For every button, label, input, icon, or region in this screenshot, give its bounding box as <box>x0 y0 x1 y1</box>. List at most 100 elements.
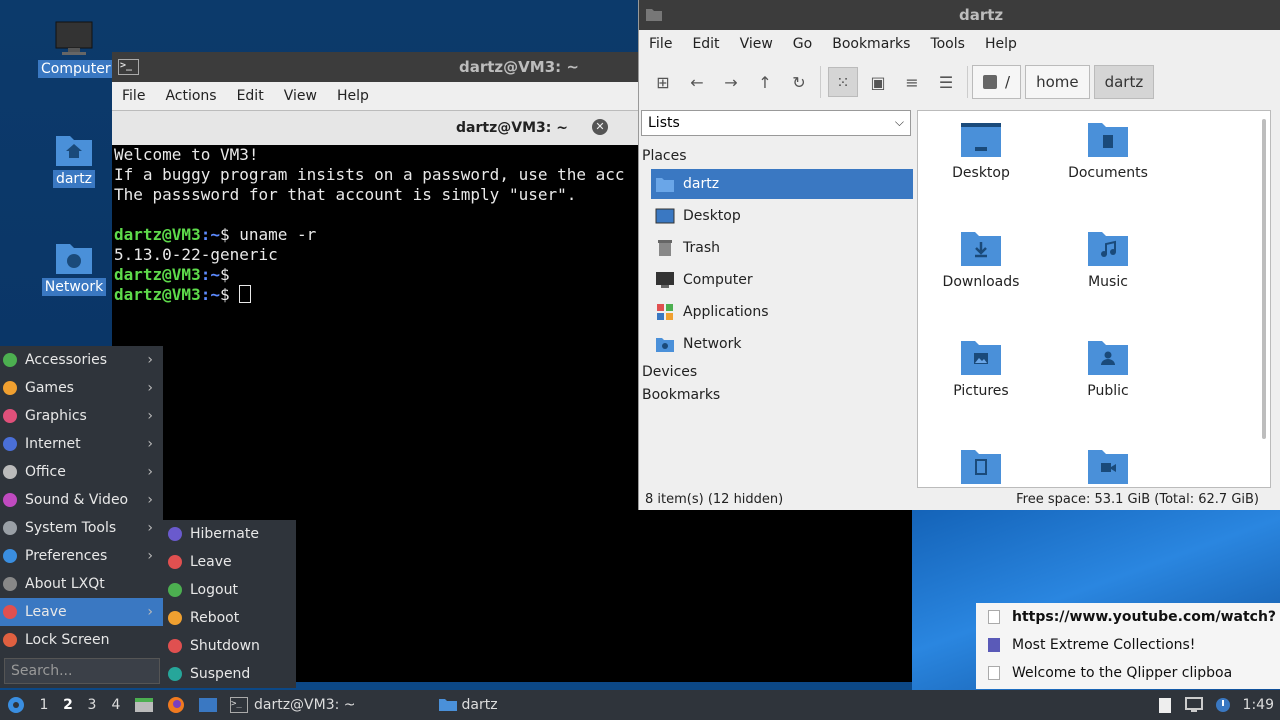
menu-item-about-lxqt[interactable]: About LXQt <box>0 570 163 598</box>
desktop-icon-network[interactable]: Network <box>38 236 110 296</box>
submenu-item-shutdown[interactable]: Shutdown <box>163 632 296 660</box>
folder-item-videos[interactable] <box>1053 438 1163 487</box>
detail-list-view-icon[interactable]: ☰ <box>932 68 960 96</box>
submenu-item-suspend[interactable]: Suspend <box>163 660 296 688</box>
menu-item-preferences[interactable]: Preferences › <box>0 542 163 570</box>
menu-view[interactable]: View <box>730 36 783 52</box>
terminal-icon: >_ <box>118 59 139 75</box>
task-file-manager[interactable]: dartz <box>432 690 504 720</box>
menu-help[interactable]: Help <box>327 88 379 104</box>
up-icon[interactable]: ↑ <box>751 68 779 96</box>
menu-tools[interactable]: Tools <box>920 36 975 52</box>
clipboard-entry[interactable]: Welcome to the Qlipper clipboa <box>976 659 1280 687</box>
terminal-title: dartz@VM3: ~ <box>459 58 579 76</box>
place-desktop[interactable]: Desktop <box>651 201 913 231</box>
desktop-icon-computer[interactable]: Computer <box>38 18 114 78</box>
show-desktop-icon <box>199 698 217 712</box>
clipboard-entry[interactable]: Most Extreme Collections! <box>976 631 1280 659</box>
workspace-3[interactable]: 3 <box>80 697 104 713</box>
tray-notification-icon[interactable] <box>1209 690 1237 720</box>
place-applications[interactable]: Applications <box>651 297 913 327</box>
menu-search-input[interactable]: Search... <box>4 658 160 684</box>
close-tab-icon[interactable]: ✕ <box>592 119 608 135</box>
icon-view-icon[interactable]: ⁙ <box>828 67 858 97</box>
status-bar: 8 item(s) (12 hidden) Free space: 53.1 G… <box>639 488 1280 510</box>
menu-edit[interactable]: Edit <box>227 88 274 104</box>
folder-item-templates[interactable] <box>926 438 1036 487</box>
folder-item-documents[interactable]: Documents <box>1053 111 1163 181</box>
menu-item-system-tools[interactable]: System Tools › <box>0 514 163 542</box>
clock[interactable]: 1:49 <box>1237 690 1280 720</box>
quicklaunch-desktop[interactable] <box>192 690 224 720</box>
menu-help[interactable]: Help <box>975 36 1027 52</box>
thumbnail-view-icon[interactable]: ▣ <box>864 68 892 96</box>
text-file-icon <box>988 610 1000 624</box>
task-terminal[interactable]: >_ dartz@VM3: ~ <box>224 690 362 720</box>
vertical-scrollbar[interactable] <box>1262 119 1266 439</box>
file-manager-titlebar[interactable]: dartz <box>639 0 1280 30</box>
tray-clipboard-icon[interactable] <box>1151 690 1179 720</box>
menu-item-lock-screen[interactable]: Lock Screen <box>0 626 163 654</box>
terminal-icon: >_ <box>230 697 248 713</box>
preferences-icon <box>3 549 17 563</box>
place-network[interactable]: Network <box>651 329 913 359</box>
graphics-icon <box>3 409 17 423</box>
compact-view-icon[interactable]: ≡ <box>898 68 926 96</box>
desktop-icon-home[interactable]: dartz <box>38 128 110 188</box>
quicklaunch-firefox[interactable] <box>160 690 192 720</box>
file-manager-window[interactable]: dartz File Edit View Go Bookmarks Tools … <box>638 0 1280 510</box>
path-dartz-button[interactable]: dartz <box>1093 65 1155 99</box>
tray-network-icon[interactable] <box>1179 690 1209 720</box>
workspace-4[interactable]: 4 <box>104 697 128 713</box>
chevron-down-icon: ⌵ <box>894 115 904 129</box>
folder-view[interactable]: Desktop Documents Downloads Music Pictur… <box>917 110 1271 488</box>
application-menu[interactable]: Accessories › Games › Graphics › Internet › … <box>0 346 163 688</box>
workspace-1[interactable]: 1 <box>32 697 56 713</box>
menu-edit[interactable]: Edit <box>682 36 729 52</box>
folder-item-music[interactable]: Music <box>1053 220 1163 290</box>
reload-icon[interactable]: ↻ <box>785 68 813 96</box>
workspace-2[interactable]: 2 <box>56 697 80 713</box>
menu-item-leave[interactable]: Leave › <box>0 598 163 626</box>
start-menu-button[interactable] <box>0 690 32 720</box>
place-computer[interactable]: Computer <box>651 265 913 295</box>
menu-item-internet[interactable]: Internet › <box>0 430 163 458</box>
submenu-item-logout[interactable]: Logout <box>163 576 296 604</box>
path-root-button[interactable]: / <box>972 65 1022 99</box>
path-home-button[interactable]: home <box>1025 65 1090 99</box>
folder-item-public[interactable]: Public <box>1053 329 1163 399</box>
folder-item-downloads[interactable]: Downloads <box>926 220 1036 290</box>
bookmarks-header[interactable]: Bookmarks <box>642 387 720 403</box>
submenu-item-leave[interactable]: Leave <box>163 548 296 576</box>
menu-item-accessories[interactable]: Accessories › <box>0 346 163 374</box>
devices-header[interactable]: Devices <box>642 364 697 380</box>
menu-item-games[interactable]: Games › <box>0 374 163 402</box>
folder-item-desktop[interactable]: Desktop <box>926 111 1036 181</box>
system-tools-icon <box>3 521 17 535</box>
desktop-folder-icon <box>961 123 1001 157</box>
menu-item-office[interactable]: Office › <box>0 458 163 486</box>
leave-submenu[interactable]: Hibernate Leave Logout Reboot Shutdown S… <box>163 520 296 688</box>
menu-item-graphics[interactable]: Graphics › <box>0 402 163 430</box>
menu-item-sound-video[interactable]: Sound & Video › <box>0 486 163 514</box>
chevron-right-icon: › <box>147 492 153 508</box>
place-trash[interactable]: Trash <box>651 233 913 263</box>
quicklaunch-file-manager[interactable] <box>128 690 160 720</box>
place-dartz[interactable]: dartz <box>651 169 913 199</box>
menu-go[interactable]: Go <box>783 36 822 52</box>
forward-icon[interactable]: → <box>717 68 745 96</box>
terminal-cursor <box>239 285 252 303</box>
back-icon[interactable]: ← <box>683 68 711 96</box>
menu-file[interactable]: File <box>112 88 155 104</box>
menu-actions[interactable]: Actions <box>155 88 226 104</box>
folder-item-pictures[interactable]: Pictures <box>926 329 1036 399</box>
menu-bookmarks[interactable]: Bookmarks <box>822 36 920 52</box>
menu-view[interactable]: View <box>274 88 327 104</box>
clipboard-entry[interactable]: https://www.youtube.com/watch? <box>976 603 1280 631</box>
side-pane-mode-select[interactable]: Lists ⌵ <box>641 110 911 136</box>
menu-file[interactable]: File <box>639 36 682 52</box>
submenu-item-hibernate[interactable]: Hibernate <box>163 520 296 548</box>
new-tab-icon[interactable]: ⊞ <box>649 68 677 96</box>
clipboard-popup[interactable]: https://www.youtube.com/watch? Most Extr… <box>976 603 1280 689</box>
submenu-item-reboot[interactable]: Reboot <box>163 604 296 632</box>
